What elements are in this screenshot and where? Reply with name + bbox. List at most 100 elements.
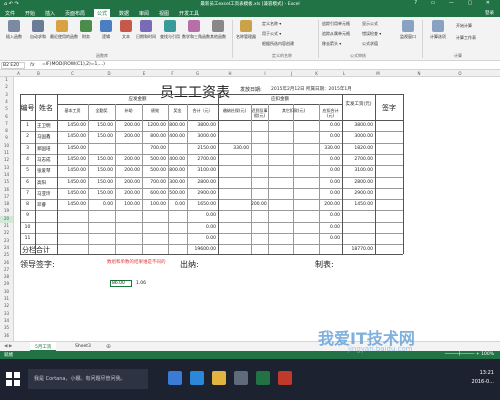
store-icon[interactable] bbox=[234, 371, 248, 385]
row-value[interactable]: 200.00 bbox=[251, 202, 267, 207]
row-header[interactable]: 21 bbox=[0, 223, 13, 230]
edge-browser-icon[interactable] bbox=[190, 371, 204, 385]
column-header[interactable]: J bbox=[280, 71, 303, 76]
row-value[interactable]: 200.00 bbox=[115, 168, 140, 173]
row-name[interactable]: 张爱琴 bbox=[37, 168, 51, 174]
row-value[interactable]: 1820.00 bbox=[342, 146, 373, 151]
selected-cell[interactable]: 86.00 bbox=[110, 280, 132, 287]
row-value[interactable]: 1450.00 bbox=[57, 157, 86, 162]
column-header[interactable]: E bbox=[128, 71, 160, 76]
row-value[interactable]: 800.00 bbox=[168, 123, 185, 128]
row-header[interactable]: 16 bbox=[0, 187, 13, 194]
row-value[interactable]: 2900.00 bbox=[342, 191, 373, 196]
row-name[interactable]: 马国鑫 bbox=[37, 134, 51, 140]
row-header[interactable]: 36 bbox=[0, 333, 13, 340]
row-header[interactable]: 1 bbox=[0, 77, 13, 84]
sheet-tab-sheet3[interactable]: Sheet3 bbox=[70, 342, 96, 351]
row-value[interactable]: 150.00 bbox=[88, 168, 113, 173]
column-header[interactable]: K bbox=[303, 71, 330, 76]
row-name[interactable]: 王卫明 bbox=[37, 123, 51, 129]
row-value[interactable]: 1200.00 bbox=[142, 123, 166, 128]
row-value[interactable]: 400.00 bbox=[168, 157, 185, 162]
sheet-nav-arrows[interactable]: ◀ ▶ bbox=[4, 344, 12, 349]
task-view-icon[interactable] bbox=[168, 371, 182, 385]
row-header[interactable]: 31 bbox=[0, 296, 13, 303]
row-value[interactable]: 0.00 bbox=[88, 202, 113, 207]
row-value[interactable]: 0.00 bbox=[168, 202, 185, 207]
fx-icon[interactable]: fx bbox=[30, 62, 35, 68]
row-header[interactable]: 29 bbox=[0, 281, 13, 288]
row-value[interactable]: 0.00 bbox=[319, 134, 340, 139]
remove-arrows-button[interactable]: 移去箭头 ▾ bbox=[322, 41, 341, 47]
row-header[interactable]: 35 bbox=[0, 325, 13, 332]
row-value[interactable]: 500.00 bbox=[142, 168, 166, 173]
row-header[interactable]: 33 bbox=[0, 311, 13, 318]
column-header[interactable]: H bbox=[210, 71, 250, 76]
row-header[interactable]: 28 bbox=[0, 274, 13, 281]
window-controls[interactable]: ? ▭ — ▢ ✕ bbox=[414, 0, 496, 6]
row-value[interactable]: 3800.00 bbox=[187, 123, 216, 128]
row-value[interactable]: 3000.00 bbox=[187, 134, 216, 139]
calculate-sheet-button[interactable]: 计算工作表 bbox=[456, 35, 476, 41]
row-value[interactable]: 1450.00 bbox=[342, 202, 373, 207]
row-value[interactable]: 3100.00 bbox=[342, 168, 373, 173]
row-value[interactable]: 200.00 bbox=[115, 134, 140, 139]
row-value[interactable]: 2700.00 bbox=[187, 157, 216, 162]
row-name[interactable]: 马亚玲 bbox=[37, 191, 51, 197]
row-value[interactable]: 500.00 bbox=[168, 191, 185, 196]
row-value[interactable]: 200.00 bbox=[115, 157, 140, 162]
name-box[interactable]: B2 E20 bbox=[1, 62, 25, 69]
column-header[interactable]: O bbox=[440, 71, 480, 76]
row-value[interactable]: 1450.00 bbox=[57, 168, 86, 173]
column-header[interactable]: I bbox=[250, 71, 280, 76]
sign-in-link[interactable]: 登录 bbox=[485, 10, 494, 16]
row-header[interactable]: 4 bbox=[0, 99, 13, 106]
row-value[interactable]: 400.00 bbox=[168, 134, 185, 139]
row-name[interactable]: 马志成 bbox=[37, 157, 51, 163]
evaluate-formula-button[interactable]: 公式求值 bbox=[362, 41, 378, 47]
date-time-button[interactable]: 日期和时间 bbox=[134, 20, 158, 39]
row-value[interactable]: 1450.00 bbox=[57, 180, 86, 185]
row-header[interactable]: 25 bbox=[0, 252, 13, 259]
row-value[interactable]: 2700.00 bbox=[342, 157, 373, 162]
column-header[interactable]: B bbox=[22, 71, 55, 76]
row-value[interactable]: 150.00 bbox=[88, 180, 113, 185]
row-value[interactable]: 3800.00 bbox=[342, 123, 373, 128]
row-value[interactable]: 0.00 bbox=[187, 225, 216, 230]
insert-function-button[interactable]: 插入函数 bbox=[2, 20, 26, 39]
recent-functions-button[interactable]: 最近使用的函数 bbox=[50, 20, 78, 39]
row-header[interactable]: 12 bbox=[0, 157, 13, 164]
row-header[interactable]: 10 bbox=[0, 143, 13, 150]
row-value[interactable]: 3100.00 bbox=[187, 168, 216, 173]
column-header[interactable]: C bbox=[55, 71, 90, 76]
row-header[interactable]: 3 bbox=[0, 92, 13, 99]
row-value[interactable]: 0.00 bbox=[319, 123, 340, 128]
row-value[interactable]: 800.00 bbox=[168, 168, 185, 173]
row-value[interactable]: 0.00 bbox=[319, 157, 340, 162]
row-value[interactable]: 2800.00 bbox=[342, 180, 373, 185]
row-value[interactable]: 1450.00 bbox=[57, 191, 86, 196]
column-header[interactable]: M bbox=[358, 71, 398, 76]
zoom-slider[interactable]: ─────┼───── + 100% bbox=[445, 352, 494, 357]
row-header[interactable]: 20 bbox=[0, 215, 13, 223]
row-value[interactable]: 0.00 bbox=[319, 180, 340, 185]
row-value[interactable]: 800.00 bbox=[142, 134, 166, 139]
row-value[interactable]: 100.00 bbox=[115, 202, 140, 207]
row-value[interactable]: 0.00 bbox=[187, 213, 216, 218]
row-name[interactable]: 郑国培 bbox=[37, 146, 51, 152]
row-header[interactable]: 34 bbox=[0, 318, 13, 325]
create-from-selection-button[interactable]: 根据所选内容创建 bbox=[262, 41, 294, 47]
row-name[interactable]: 高阳 bbox=[37, 180, 46, 186]
row-header[interactable]: 18 bbox=[0, 201, 13, 208]
define-name-button[interactable]: 定义名称 ▾ bbox=[262, 21, 281, 27]
column-header[interactable]: A bbox=[15, 71, 22, 76]
row-header[interactable]: 32 bbox=[0, 303, 13, 310]
file-explorer-icon[interactable] bbox=[212, 371, 226, 385]
row-value[interactable]: 200.00 bbox=[115, 123, 140, 128]
app-taskbar-icon[interactable] bbox=[278, 371, 292, 385]
row-value[interactable]: 3000.00 bbox=[342, 134, 373, 139]
row-header[interactable]: 14 bbox=[0, 172, 13, 179]
calculation-options-button[interactable]: 计算选项 bbox=[426, 20, 450, 39]
row-header[interactable]: 15 bbox=[0, 179, 13, 186]
row-header[interactable]: 2 bbox=[0, 84, 13, 91]
